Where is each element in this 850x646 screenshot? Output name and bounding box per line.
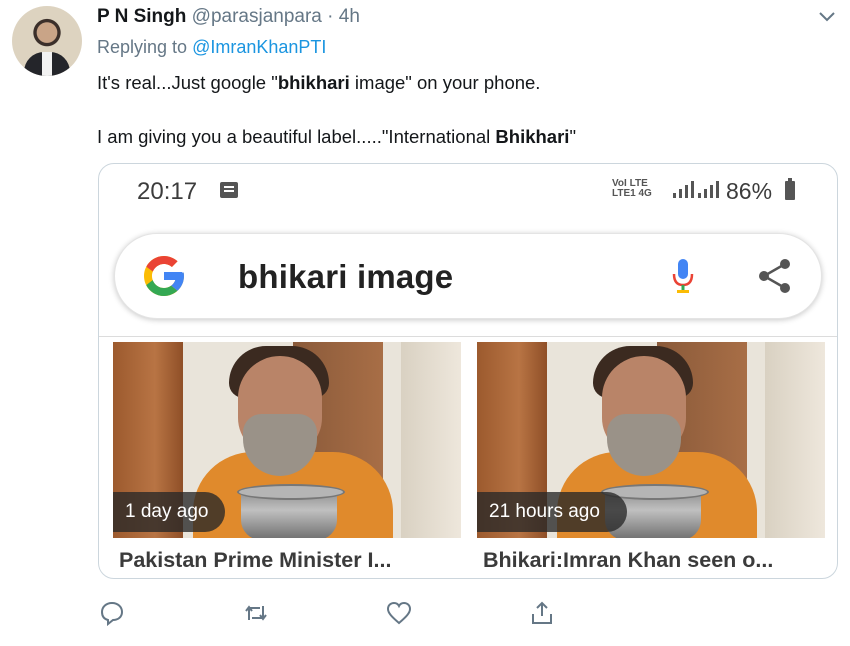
text-segment: " [569, 126, 577, 147]
signal-icon [671, 180, 697, 198]
battery-icon [785, 178, 795, 200]
battery-percent: 86% [726, 178, 773, 204]
result-thumbnail: 1 day ago [113, 342, 461, 538]
notification-icon [220, 182, 238, 198]
chevron-down-icon[interactable] [818, 10, 836, 24]
search-query[interactable]: bhikari image [238, 258, 453, 296]
result-age-badge: 1 day ago [113, 492, 225, 532]
result-age-badge: 21 hours ago [477, 492, 627, 532]
media-card[interactable]: 20:17 VoI LTELTE1 4G 86% bhikari image [98, 163, 838, 579]
text-segment: It's real...Just google " [97, 72, 278, 93]
author-name[interactable]: P N Singh [97, 6, 186, 27]
result-caption[interactable]: Bhikari:Imran Khan seen o... [483, 548, 773, 573]
replying-to: Replying to @ImranKhanPTI [97, 37, 326, 58]
share-icon[interactable] [755, 256, 795, 296]
image-result[interactable]: 21 hours ago Bhikari:Imran Khan seen o..… [477, 342, 825, 578]
avatar[interactable] [12, 6, 82, 76]
google-logo-icon [144, 256, 184, 296]
result-caption[interactable]: Pakistan Prime Minister I... [119, 548, 391, 573]
tweet-text-line-2: I am giving you a beautiful label....."I… [97, 126, 576, 148]
tweet-actions [0, 600, 850, 630]
reply-icon[interactable] [99, 600, 125, 626]
retweet-icon[interactable] [243, 600, 269, 626]
image-result[interactable]: 1 day ago Pakistan Prime Minister I... [113, 342, 461, 578]
tweet-time[interactable]: 4h [339, 6, 360, 27]
result-thumbnail: 21 hours ago [477, 342, 825, 538]
text-segment: I am giving you a beautiful label....."I… [97, 126, 496, 147]
divider [99, 336, 837, 337]
text-bold: bhikhari [277, 72, 350, 93]
share-tweet-icon[interactable] [529, 600, 555, 626]
replying-prefix: Replying to [97, 37, 193, 57]
author-handle[interactable]: @parasjanpara [192, 6, 322, 27]
phone-clock: 20:17 [137, 178, 198, 205]
tweet-header: P N Singh @parasjanpara · 4h [97, 6, 360, 28]
tweet-text-line-1: It's real...Just google "bhikhari image"… [97, 72, 540, 94]
signal-icon [696, 180, 722, 198]
network-label: VoI LTE LTE1 4G [612, 178, 652, 199]
avatar-shirt [42, 52, 52, 76]
mic-icon[interactable] [672, 258, 694, 296]
phone-status-bar: 20:17 VoI LTE LTE1 4G 86% [99, 164, 837, 224]
like-icon[interactable] [386, 600, 412, 626]
separator: · [327, 6, 334, 27]
mention-link[interactable]: @ImranKhanPTI [192, 37, 326, 57]
text-segment: image" on your phone. [349, 72, 541, 93]
google-search-bar[interactable]: bhikari image [114, 233, 822, 319]
text-bold: Bhikhari [495, 126, 570, 147]
